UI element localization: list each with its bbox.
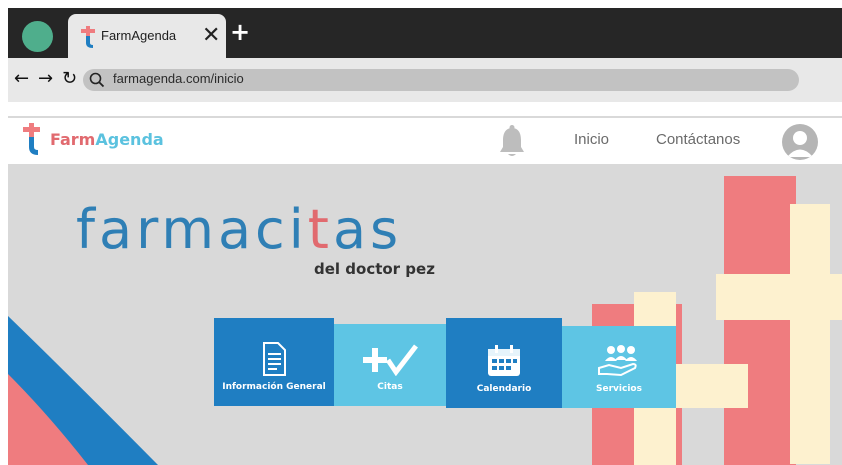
person-icon: [787, 131, 813, 157]
plus-check-icon: [363, 344, 418, 376]
address-bar: ← → ↻ farmagenda.com/inicio: [8, 58, 842, 102]
logo-text-farm: Farm: [50, 130, 96, 149]
search-icon: [89, 72, 105, 88]
hero-banner: farmacitas del doctor pez Información Ge…: [8, 164, 842, 465]
wordmark-suffix: as: [332, 198, 403, 261]
card-label: Información General: [222, 382, 326, 392]
card-citas[interactable]: Citas: [334, 324, 446, 406]
farmagenda-favicon-icon: [81, 26, 95, 48]
new-tab-button[interactable]: +: [230, 18, 250, 46]
reload-button[interactable]: ↻: [62, 68, 77, 90]
card-label: Citas: [377, 382, 403, 392]
forward-button[interactable]: →: [38, 68, 53, 90]
site-logo[interactable]: FarmAgenda: [50, 130, 164, 149]
card-servicios[interactable]: Servicios: [562, 326, 676, 408]
farmagenda-logo-icon[interactable]: [22, 123, 42, 155]
card-label: Servicios: [596, 384, 642, 394]
wordmark-accent: t: [307, 198, 333, 261]
wordmark-prefix: farmaci: [76, 198, 308, 261]
url-text: farmagenda.com/inicio: [113, 71, 244, 86]
tab-title: FarmAgenda: [101, 28, 177, 43]
document-icon: [263, 342, 286, 376]
browser-tab[interactable]: FarmAgenda ✕: [68, 14, 226, 58]
nav-link-inicio[interactable]: Inicio: [574, 131, 609, 148]
card-informacion-general[interactable]: Información General: [214, 318, 334, 406]
browser-window: FarmAgenda ✕ + ← → ↻ farmagenda.com/inic…: [8, 8, 842, 465]
window-control-icon[interactable]: [22, 21, 53, 52]
people-hand-icon: [598, 345, 637, 377]
back-button[interactable]: ←: [14, 68, 29, 90]
farmacitas-wordmark: farmacitas: [76, 198, 402, 261]
close-tab-icon[interactable]: ✕: [202, 23, 220, 49]
logo-text-agenda: Agenda: [95, 130, 164, 149]
notification-bell-icon[interactable]: [498, 124, 526, 158]
card-label: Calendario: [476, 384, 532, 394]
url-field[interactable]: farmagenda.com/inicio: [83, 69, 799, 91]
site-header: FarmAgenda Inicio Contáctanos: [8, 118, 842, 164]
user-avatar-icon[interactable]: [782, 124, 818, 160]
calendar-icon: [488, 345, 520, 376]
wordmark-byline: del doctor pez: [314, 260, 435, 278]
nav-link-contactanos[interactable]: Contáctanos: [656, 131, 740, 148]
card-calendario[interactable]: Calendario: [446, 318, 562, 408]
tab-bar: FarmAgenda ✕ +: [8, 8, 842, 58]
